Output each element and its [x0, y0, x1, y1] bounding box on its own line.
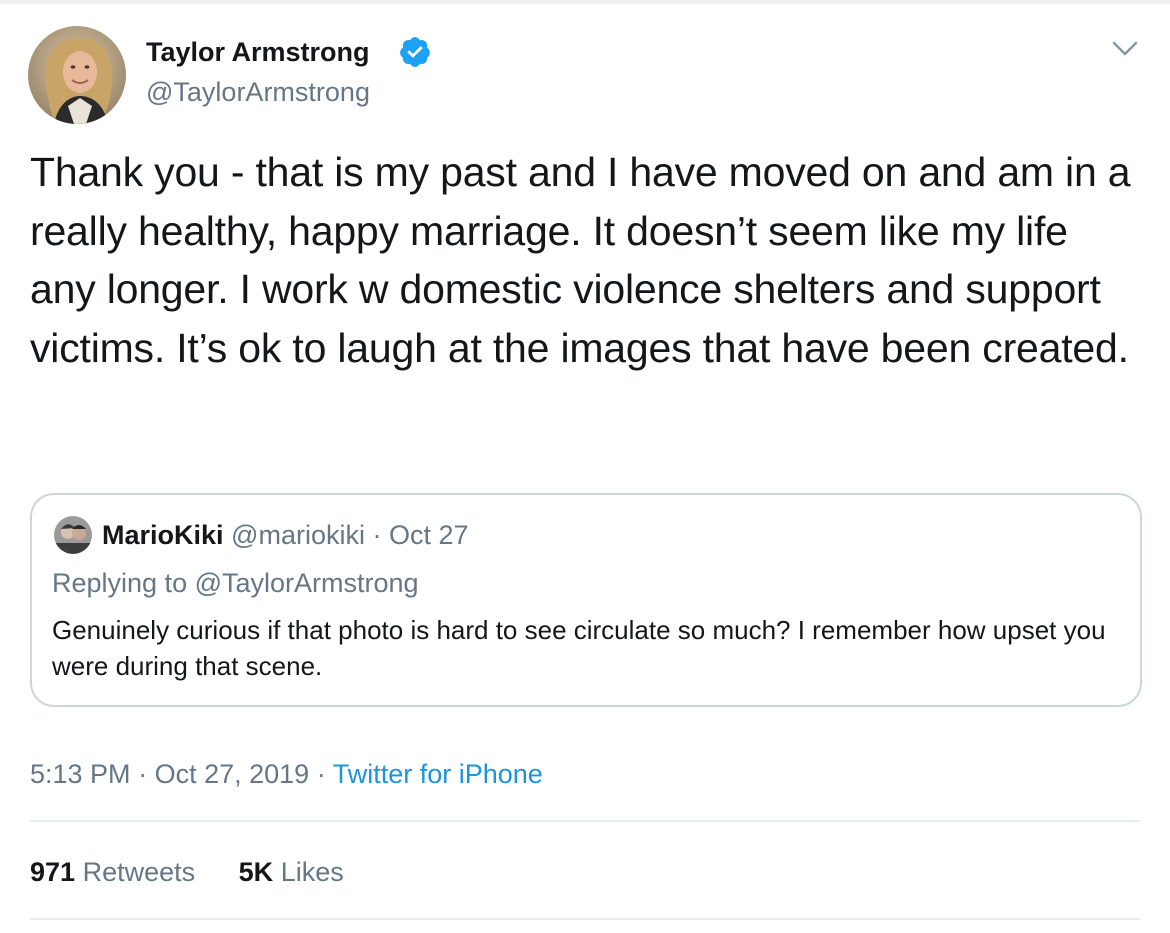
quoted-separator: · [372, 520, 382, 550]
tweet-stats: 971 Retweets 5K Likes [30, 854, 380, 890]
tweet-meta: 5:13 PM · Oct 27, 2019 · Twitter for iPh… [30, 756, 543, 792]
quoted-author-avatar[interactable] [54, 516, 92, 554]
retweets-count: 971 [30, 857, 76, 887]
author-name[interactable]: Taylor Armstrong [146, 34, 370, 70]
retweets-stat[interactable]: 971 Retweets [30, 854, 195, 890]
likes-stat[interactable]: 5K Likes [239, 854, 344, 890]
chevron-down-icon[interactable] [1108, 36, 1142, 62]
quoted-author-name[interactable]: MarioKiki [102, 520, 224, 550]
quoted-tweet-card[interactable]: MarioKiki @mariokiki · Oct 27 Replying t… [30, 493, 1142, 707]
quoted-author-handle[interactable]: @mariokiki [231, 520, 365, 550]
quoted-tweet-text: Genuinely curious if that photo is hard … [52, 615, 1106, 681]
replying-to-line: Replying to @TaylorArmstrong [52, 565, 419, 601]
tweet-date[interactable]: Oct 27, 2019 [155, 759, 310, 789]
author-avatar[interactable] [28, 26, 126, 124]
author-handle[interactable]: @TaylorArmstrong [146, 74, 370, 110]
likes-count: 5K [238, 857, 274, 887]
quoted-tweet-date[interactable]: Oct 27 [389, 520, 469, 550]
replying-to-handle[interactable]: @TaylorArmstrong [195, 568, 419, 598]
divider-top [30, 820, 1140, 822]
tweet-time[interactable]: 5:13 PM [30, 759, 131, 789]
divider-bottom [30, 918, 1140, 920]
tweet-source-link[interactable]: Twitter for iPhone [333, 759, 543, 789]
tweet-text: Thank you - that is my past and I have m… [30, 149, 1142, 371]
verified-badge-icon [400, 37, 430, 67]
meta-separator-1: · [138, 759, 148, 789]
retweets-label: Retweets [82, 857, 196, 887]
likes-label: Likes [280, 857, 344, 887]
quoted-tweet-header: MarioKiki @mariokiki · Oct 27 [102, 517, 469, 553]
meta-separator-2: · [316, 759, 326, 789]
tweet-card: Taylor Armstrong @TaylorArmstrong Thank … [0, 0, 1170, 933]
replying-to-prefix: Replying to [52, 568, 188, 598]
